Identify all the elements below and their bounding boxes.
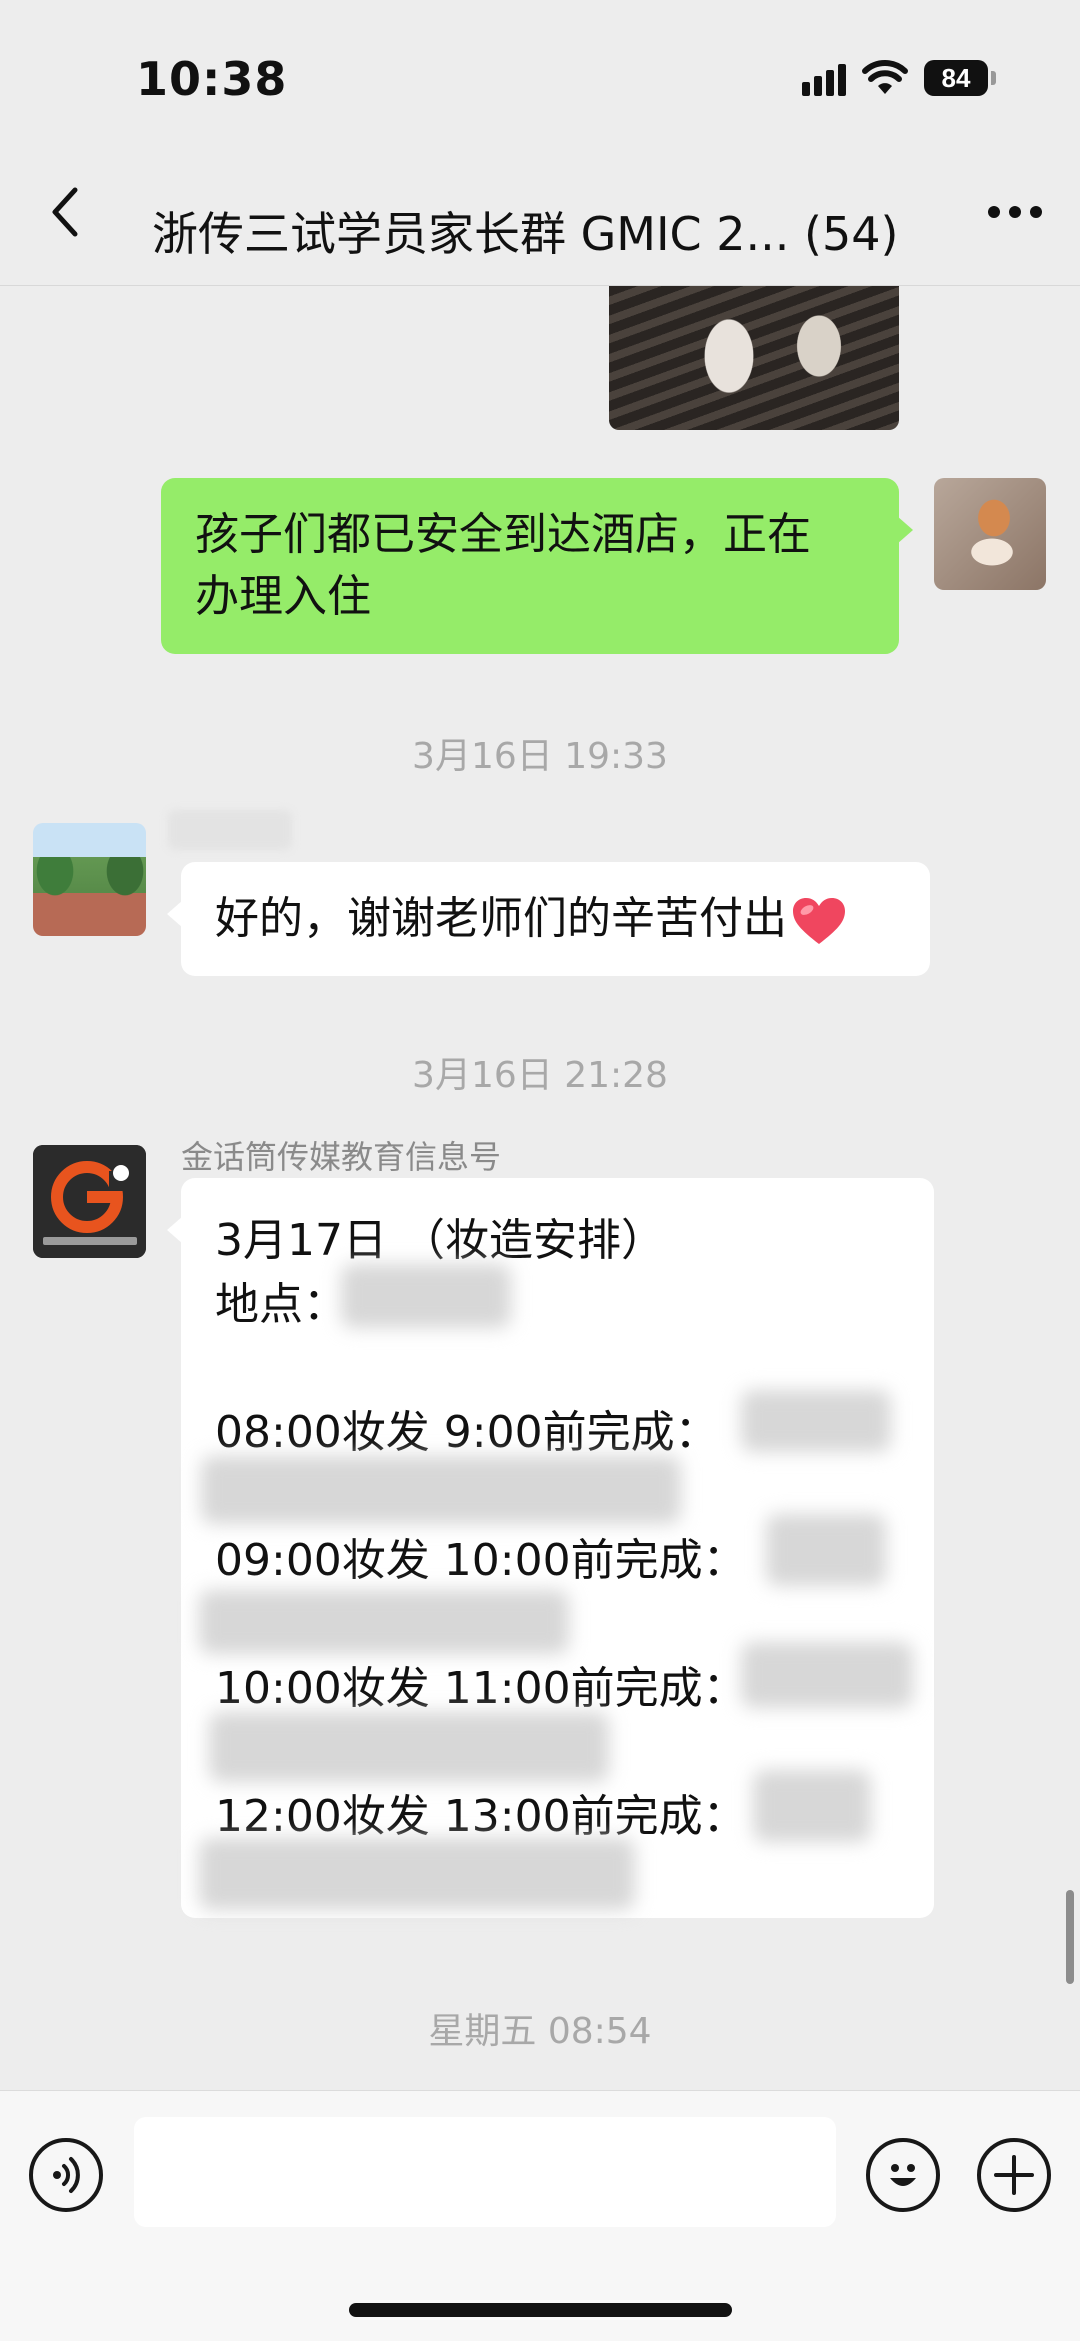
schedule-row-1: 08:00妆发 9:00前完成： (215, 1407, 719, 1458)
schedule-row-4: 12:00妆发 13:00前完成： (215, 1791, 747, 1842)
blurred-names-2b (199, 1590, 569, 1654)
blurred-names-1a (741, 1390, 891, 1452)
timestamp-3: 星期五 08:54 (428, 2011, 652, 2052)
blurred-names-4b (199, 1838, 635, 1910)
incoming-message-bubble[interactable]: 好的，谢谢老师们的辛苦付出 (167, 862, 930, 976)
status-icons: 84 (802, 56, 996, 100)
wifi-icon (862, 60, 908, 94)
more-button[interactable] (980, 180, 1050, 244)
home-indicator[interactable] (349, 2303, 732, 2317)
status-time: 10:38 (136, 52, 288, 106)
blurred-names-2a (766, 1514, 886, 1586)
member-avatar[interactable] (33, 823, 146, 936)
outgoing-message-line1: 孩子们都已安全到达酒店，正在 (195, 509, 811, 560)
location-label: 地点： (215, 1279, 347, 1330)
heart-icon (793, 898, 845, 944)
plus-button[interactable] (977, 2138, 1051, 2212)
timestamp-1: 3月16日 19:33 (412, 736, 668, 777)
official-account-avatar[interactable] (33, 1145, 146, 1258)
nav-bar: 浙传三试学员家长群 GMIC 2... (54) (0, 140, 1080, 286)
chat-screen: 10:38 84 浙传三试学员家长群 GMIC 2... (54) 孩子们都已安… (0, 0, 1080, 2341)
sender-name-blurred (168, 810, 292, 850)
shared-photo[interactable] (609, 286, 899, 430)
schedule-title: 3月17日 （妆造安排） (215, 1215, 665, 1266)
blurred-names-3b (209, 1712, 609, 1782)
my-avatar[interactable] (934, 478, 1046, 590)
sender-name: 金话筒传媒教育信息号 (181, 1138, 502, 1176)
emoji-button[interactable] (866, 2138, 940, 2212)
message-input[interactable] (134, 2117, 836, 2227)
blurred-location (341, 1264, 511, 1328)
outgoing-message-line2: 办理入住 (195, 571, 371, 622)
blurred-names-3a (741, 1642, 913, 1708)
battery-icon: 84 (924, 60, 996, 96)
blurred-names-1b (201, 1456, 681, 1524)
jinhuatong-logo-icon (33, 1145, 146, 1258)
more-dots-icon (988, 206, 1042, 218)
chevron-left-icon (52, 187, 78, 237)
emoji-smile-icon (890, 2164, 916, 2186)
plus-icon (994, 2155, 1034, 2195)
chat-title: 浙传三试学员家长群 GMIC 2... (54) (152, 207, 899, 261)
blurred-names-4a (753, 1770, 871, 1842)
outgoing-message-bubble[interactable]: 孩子们都已安全到达酒店，正在 办理入住 (161, 478, 913, 654)
message-list[interactable]: 孩子们都已安全到达酒店，正在 办理入住 3月16日 19:33 好的，谢谢老师们… (0, 286, 1080, 2090)
schedule-message-bubble[interactable]: 3月17日 （妆造安排） 地点： 08:00妆发 9:00前完成： 09:00妆… (167, 1178, 934, 1918)
back-button[interactable] (34, 180, 94, 244)
schedule-row-3: 10:00妆发 11:00前完成： (215, 1663, 747, 1714)
battery-level: 84 (941, 62, 971, 93)
incoming-message-text: 好的，谢谢老师们的辛苦付出 (215, 893, 787, 944)
scroll-indicator[interactable] (1066, 1890, 1074, 1984)
status-bar: 10:38 84 (0, 0, 1080, 140)
voice-button[interactable] (29, 2138, 103, 2212)
timestamp-2: 3月16日 21:28 (412, 1055, 668, 1096)
schedule-row-2: 09:00妆发 10:00前完成： (215, 1535, 747, 1586)
cellular-signal-icon (802, 60, 846, 96)
voice-icon (53, 2157, 80, 2193)
